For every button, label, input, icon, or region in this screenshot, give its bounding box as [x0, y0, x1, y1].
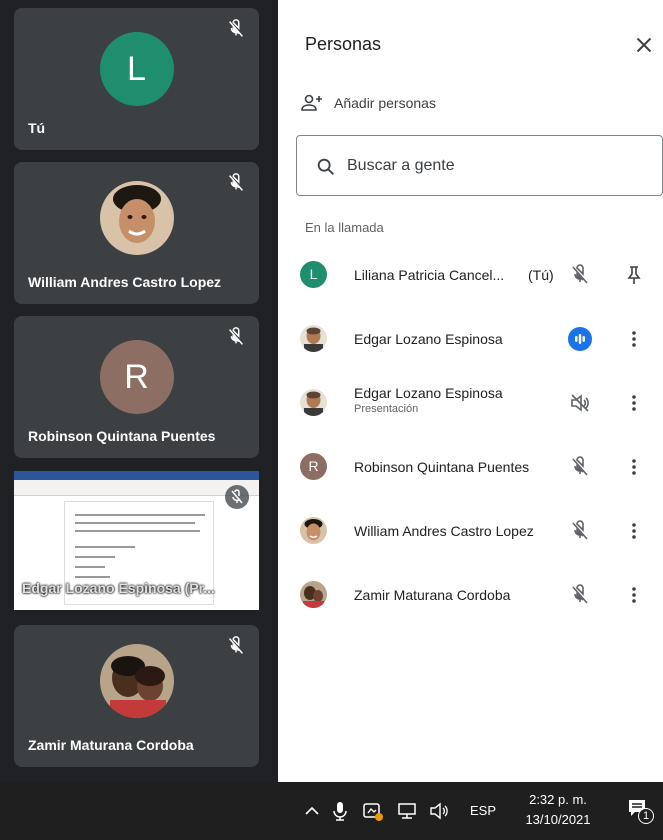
- shared-window-ribbon: [14, 480, 259, 496]
- tile-zamir[interactable]: Zamir Maturana Cordoba: [14, 625, 259, 767]
- people-panel: Personas Añadir personas En la llamada L…: [278, 0, 663, 782]
- more-vert-icon[interactable]: [622, 519, 646, 543]
- tile-name: Zamir Maturana Cordoba: [28, 737, 194, 753]
- mic-off-icon: [572, 456, 588, 476]
- mic-off-icon: [572, 520, 588, 540]
- search-box[interactable]: [296, 135, 663, 196]
- meet-tray-icon[interactable]: [362, 800, 384, 822]
- speaking-indicator-icon: [568, 327, 592, 351]
- notification-center-button[interactable]: 1: [626, 796, 654, 826]
- participant-name: Robinson Quintana Puentes: [354, 459, 530, 475]
- network-icon[interactable]: [396, 800, 418, 822]
- participant-row[interactable]: Zamir Maturana Cordoba: [278, 563, 663, 627]
- avatar: R: [99, 340, 174, 414]
- language-indicator[interactable]: ESP: [470, 803, 496, 818]
- participant-subtitle: Presentación: [354, 403, 419, 415]
- tile-self[interactable]: L Tú: [14, 8, 259, 150]
- participant-row[interactable]: R Robinson Quintana Puentes: [278, 435, 663, 499]
- participant-name: William Andres Castro Lopez: [354, 523, 534, 539]
- avatar-photo: [300, 325, 327, 352]
- person-add-icon: [301, 94, 322, 111]
- mic-off-icon: [229, 19, 243, 37]
- mic-off-icon: [229, 636, 243, 654]
- mic-off-icon: [225, 485, 249, 509]
- tile-name: Tú: [28, 120, 46, 136]
- avatar-photo: [300, 517, 327, 544]
- tile-presentation[interactable]: Edgar Lozano Espinosa (Pr...: [14, 471, 259, 610]
- mic-off-icon: [572, 584, 588, 604]
- more-vert-icon[interactable]: [622, 327, 646, 351]
- more-vert-icon[interactable]: [622, 455, 646, 479]
- participant-row[interactable]: L Liliana Patricia Cancel... (Tú): [278, 243, 663, 307]
- pin-icon[interactable]: [622, 263, 646, 287]
- participant-row[interactable]: William Andres Castro Lopez: [278, 499, 663, 563]
- avatar: R: [300, 453, 327, 480]
- clock-time: 2:32 p. m.: [529, 792, 587, 807]
- microphone-icon[interactable]: [330, 800, 350, 822]
- shared-window-titlebar: [14, 471, 259, 480]
- participant-name: Zamir Maturana Cordoba: [354, 587, 511, 603]
- avatar: L: [300, 261, 327, 288]
- add-people-label: Añadir personas: [334, 95, 436, 111]
- volume-off-icon: [571, 394, 589, 412]
- more-vert-icon[interactable]: [622, 391, 646, 415]
- tile-name: Robinson Quintana Puentes: [28, 428, 216, 444]
- search-input[interactable]: [347, 152, 647, 180]
- close-icon[interactable]: [631, 32, 657, 58]
- clock[interactable]: 2:32 p. m. 13/10/2021: [508, 790, 608, 830]
- participant-row[interactable]: Edgar Lozano Espinosa Presentación: [278, 371, 663, 435]
- mic-off-icon: [572, 264, 588, 284]
- avatar-photo: [99, 644, 174, 718]
- tile-name: Edgar Lozano Espinosa (Pr...: [22, 580, 215, 596]
- participant-tiles: L Tú William Andres Castro Lopez R Robin…: [0, 0, 278, 782]
- panel-title: Personas: [305, 34, 382, 54]
- chevron-up-icon[interactable]: [302, 800, 322, 822]
- tile-name: William Andres Castro Lopez: [28, 274, 222, 290]
- windows-taskbar: ESP 2:32 p. m. 13/10/2021 1: [0, 782, 663, 840]
- mic-off-icon: [229, 173, 243, 191]
- avatar-photo: [300, 389, 327, 416]
- tile-william[interactable]: William Andres Castro Lopez: [14, 162, 259, 304]
- section-label: En la llamada: [305, 220, 384, 235]
- clock-date: 13/10/2021: [525, 812, 591, 827]
- self-tag: (Tú): [528, 267, 554, 283]
- avatar-photo: [99, 181, 174, 255]
- participant-row[interactable]: Edgar Lozano Espinosa: [278, 307, 663, 371]
- participant-name: Liliana Patricia Cancel...: [354, 267, 505, 283]
- volume-icon[interactable]: [428, 800, 450, 822]
- more-vert-icon[interactable]: [622, 583, 646, 607]
- participant-name: Edgar Lozano Espinosa: [354, 385, 503, 401]
- avatar: L: [99, 32, 174, 106]
- participant-name: Edgar Lozano Espinosa: [354, 331, 503, 347]
- notification-badge: 1: [638, 808, 654, 824]
- search-icon: [317, 158, 334, 175]
- avatar-photo: [300, 581, 327, 608]
- add-people-button[interactable]: Añadir personas: [300, 90, 436, 116]
- mic-off-icon: [229, 327, 243, 345]
- tile-robinson[interactable]: R Robinson Quintana Puentes: [14, 316, 259, 458]
